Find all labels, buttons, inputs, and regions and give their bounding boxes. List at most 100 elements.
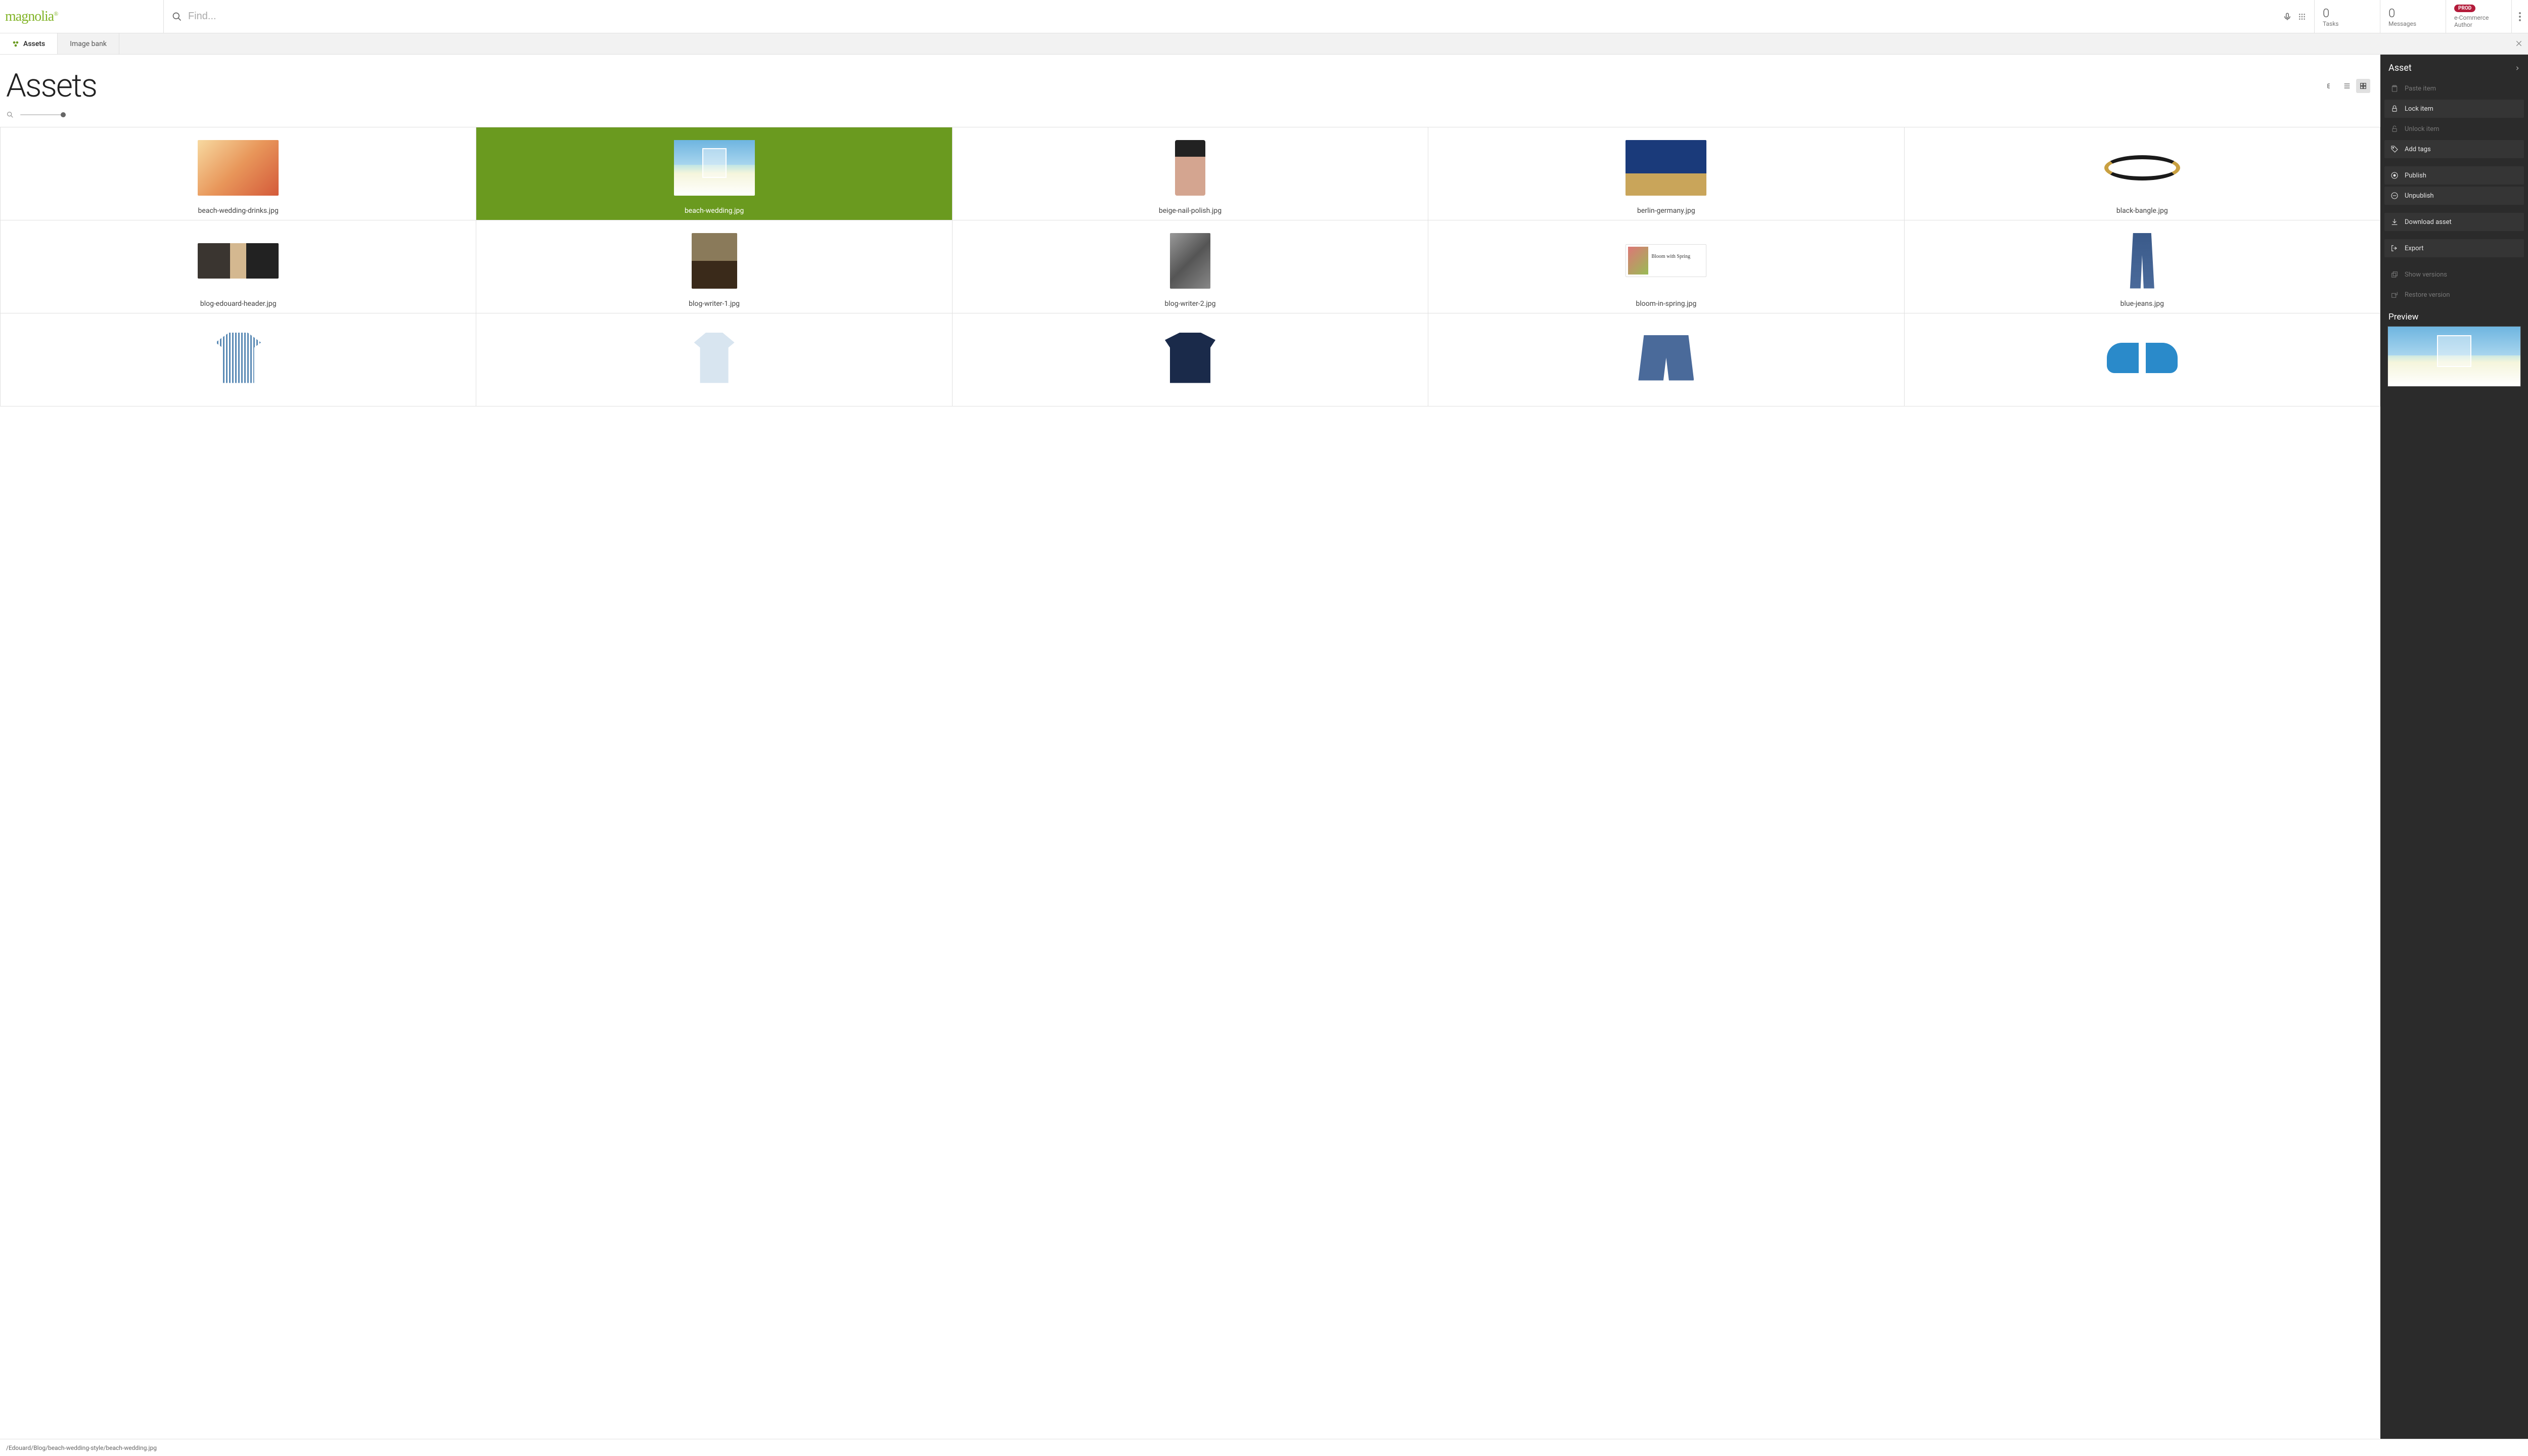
- mic-icon[interactable]: [2283, 12, 2292, 21]
- unlock-icon: [2390, 125, 2399, 133]
- asset-thumbnail: [1433, 225, 1899, 296]
- asset-thumbnail: [958, 132, 1423, 203]
- asset-filename: blog-writer-1.jpg: [689, 300, 740, 308]
- action-label: Add tags: [2405, 146, 2431, 153]
- messages-count: 0: [2388, 6, 2437, 20]
- action-download[interactable]: Download asset: [2384, 213, 2524, 231]
- asset-cell[interactable]: blog-edouard-header.jpg: [1, 220, 476, 313]
- apps-grid-icon[interactable]: [2298, 13, 2306, 21]
- asset-cell[interactable]: blog-writer-2.jpg: [953, 220, 1428, 313]
- asset-cell[interactable]: [476, 313, 952, 406]
- asset-filename: beach-wedding.jpg: [685, 207, 744, 215]
- tasks-count: 0: [2323, 6, 2372, 20]
- asset-cell[interactable]: berlin-germany.jpg: [1428, 127, 1904, 220]
- action-export[interactable]: Export: [2384, 239, 2524, 257]
- asset-thumbnail: [481, 132, 946, 203]
- app-header: magnolia® 0 Tasks 0 Messages PROD e-Comm…: [0, 0, 2528, 33]
- action-label: Export: [2405, 245, 2424, 252]
- status-bar: /Edouard/Blog/beach-wedding-style/beach-…: [0, 1439, 2528, 1456]
- content-area: Assets beach-wedding-drinks.jpgbeach-wed…: [0, 55, 2380, 1439]
- action-label: Unlock item: [2405, 125, 2440, 133]
- action-publish[interactable]: Publish: [2384, 166, 2524, 185]
- asset-filename: black-bangle.jpg: [2116, 207, 2168, 215]
- asset-thumbnail: [6, 225, 471, 296]
- asset-cell[interactable]: black-bangle.jpg: [1905, 127, 2380, 220]
- action-restore: Restore version: [2384, 286, 2524, 304]
- action-tag[interactable]: Add tags: [2384, 140, 2524, 158]
- asset-grid: beach-wedding-drinks.jpg beach-wedding.jp…: [0, 127, 2380, 406]
- overflow-menu-icon[interactable]: [2512, 0, 2528, 33]
- asset-filename: blue-jeans.jpg: [2120, 300, 2164, 308]
- asset-cell[interactable]: [1905, 313, 2380, 406]
- asset-cell[interactable]: beach-wedding-drinks.jpg: [1, 127, 476, 220]
- action-label: Download asset: [2405, 218, 2452, 226]
- action-versions: Show versions: [2384, 265, 2524, 284]
- filter-search-icon[interactable]: [6, 111, 14, 119]
- versions-icon: [2390, 270, 2399, 279]
- asset-thumbnail: [6, 132, 471, 203]
- tab-label: Image bank: [70, 40, 107, 48]
- view-switcher: [2324, 79, 2370, 93]
- restore-icon: [2390, 291, 2399, 299]
- asset-thumbnail: [1433, 132, 1899, 203]
- asset-cell[interactable]: [1, 313, 476, 406]
- action-label: Show versions: [2405, 271, 2447, 279]
- action-paste: Paste item: [2384, 79, 2524, 98]
- environment-indicator[interactable]: PROD e-Commerce Author: [2446, 0, 2512, 33]
- tasks-indicator[interactable]: 0 Tasks: [2315, 0, 2380, 33]
- asset-cell[interactable]: blog-writer-1.jpg: [476, 220, 952, 313]
- asset-thumbnail: [1910, 132, 2375, 203]
- tasks-label: Tasks: [2323, 20, 2372, 27]
- sidebar-header: Asset: [2380, 55, 2528, 79]
- tree-view-button[interactable]: [2324, 79, 2338, 93]
- grid-view-button[interactable]: [2356, 79, 2370, 93]
- preview-title: Preview: [2380, 304, 2528, 326]
- action-label: Publish: [2405, 172, 2426, 179]
- tab-assets[interactable]: Assets: [0, 33, 58, 54]
- action-sidebar: Asset Paste item Lock item Unlock item Add …: [2380, 55, 2528, 1439]
- page-title: Assets: [6, 67, 97, 105]
- zoom-slider[interactable]: [20, 114, 66, 115]
- action-lock[interactable]: Lock item: [2384, 100, 2524, 118]
- tab-image-bank[interactable]: Image bank: [58, 33, 119, 54]
- chevron-right-icon[interactable]: [2515, 65, 2520, 72]
- sidebar-title: Asset: [2388, 63, 2412, 73]
- unpublish-icon: [2390, 192, 2399, 200]
- action-label: Unpublish: [2405, 192, 2434, 200]
- asset-thumbnail: [958, 225, 1423, 296]
- preview-image[interactable]: [2387, 326, 2521, 387]
- asset-cell[interactable]: beach-wedding.jpg: [476, 127, 952, 220]
- close-icon[interactable]: [2515, 39, 2523, 48]
- asset-cell[interactable]: [1428, 313, 1904, 406]
- asset-cell[interactable]: [953, 313, 1428, 406]
- global-search[interactable]: [164, 0, 2315, 33]
- search-input[interactable]: [188, 11, 2277, 22]
- asset-filename: bloom-in-spring.jpg: [1636, 300, 1696, 308]
- asset-cell[interactable]: beige-nail-polish.jpg: [953, 127, 1428, 220]
- asset-thumbnail: [1910, 225, 2375, 296]
- asset-thumbnail: [481, 225, 946, 296]
- tag-icon: [2390, 145, 2399, 153]
- toolbar: [0, 109, 2380, 127]
- messages-indicator[interactable]: 0 Messages: [2380, 0, 2446, 33]
- lock-icon: [2390, 105, 2399, 113]
- action-unpublish[interactable]: Unpublish: [2384, 187, 2524, 205]
- asset-filename: beach-wedding-drinks.jpg: [198, 207, 279, 215]
- asset-thumbnail: [481, 318, 946, 397]
- tab-label: Assets: [23, 40, 45, 48]
- action-label: Restore version: [2405, 291, 2450, 299]
- export-icon: [2390, 244, 2399, 252]
- publish-icon: [2390, 171, 2399, 179]
- logo-area[interactable]: magnolia®: [0, 0, 164, 33]
- asset-filename: blog-writer-2.jpg: [1165, 300, 1216, 308]
- asset-cell[interactable]: blue-jeans.jpg: [1905, 220, 2380, 313]
- messages-label: Messages: [2388, 20, 2437, 27]
- logo-text: magnolia®: [5, 9, 58, 25]
- asset-filename: blog-edouard-header.jpg: [200, 300, 277, 308]
- asset-thumbnail: [6, 318, 471, 397]
- assets-tab-icon: [12, 40, 19, 48]
- asset-cell[interactable]: bloom-in-spring.jpg: [1428, 220, 1904, 313]
- search-icon: [172, 12, 182, 22]
- download-icon: [2390, 218, 2399, 226]
- list-view-button[interactable]: [2340, 79, 2354, 93]
